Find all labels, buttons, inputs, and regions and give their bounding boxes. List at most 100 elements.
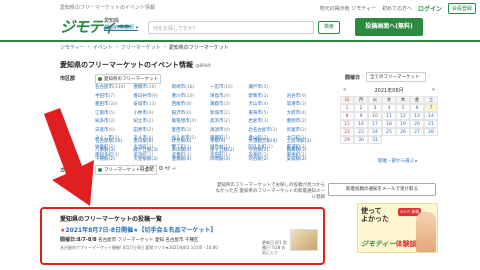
calendar-day[interactable]: 22 xyxy=(340,128,354,136)
category-option[interactable]: 出店 xyxy=(140,166,154,172)
city-item[interactable]: 春日井市(9) xyxy=(133,93,171,99)
calendar-day[interactable]: 14 xyxy=(424,112,438,120)
city-item[interactable]: 豊橋市(16) xyxy=(133,84,171,90)
city-item[interactable]: 知多市(3) xyxy=(95,118,133,124)
city-item[interactable]: 東海市(5) xyxy=(248,110,286,116)
calendar-day[interactable]: 29 xyxy=(340,136,354,144)
city-item[interactable]: 江南市(5) xyxy=(95,110,133,116)
calendar-day[interactable]: 5 xyxy=(396,104,410,112)
city-item[interactable]: 犬山市(4) xyxy=(248,101,286,107)
calendar-day[interactable]: 6 xyxy=(410,104,424,112)
calendar-day[interactable]: 17 xyxy=(368,120,382,128)
search-button[interactable]: 検索 xyxy=(318,21,340,34)
city-item[interactable]: 日進市(6) xyxy=(95,127,133,133)
area-change-link[interactable]: 都道府県選択 ▾ xyxy=(104,25,138,32)
city-item[interactable]: 新城市(2) xyxy=(210,110,248,116)
station-item[interactable]: 本山駅(4) xyxy=(172,147,210,153)
city-item[interactable]: 尾張旭市(4) xyxy=(172,118,210,124)
station-item[interactable]: 栄駅(9) xyxy=(210,138,248,144)
calendar-day[interactable]: 3 xyxy=(368,104,382,112)
next-month-button[interactable]: » xyxy=(432,87,435,94)
calendar-day[interactable]: 20 xyxy=(410,120,424,128)
calendar-day[interactable]: 1 xyxy=(340,104,354,112)
breadcrumb-item[interactable]: フリーマーケット xyxy=(121,44,161,51)
post-button[interactable]: 投稿画面へ(無料) xyxy=(355,18,423,36)
top-link-beginners[interactable]: 初めての方へ xyxy=(382,5,412,12)
city-item[interactable]: 半田市(7) xyxy=(95,93,133,99)
calendar-day[interactable]: 21 xyxy=(424,120,438,128)
city-item[interactable]: 一宮市(16) xyxy=(210,84,248,90)
station-item[interactable]: 安城駅(2) xyxy=(287,156,325,162)
calendar-day[interactable]: 13 xyxy=(410,112,424,120)
station-item[interactable]: 今池駅(2) xyxy=(248,147,286,153)
register-button[interactable]: 会員登録 xyxy=(447,3,476,14)
city-item[interactable]: 豊川市(10) xyxy=(172,93,210,99)
calendar-day[interactable]: 15 xyxy=(340,120,354,128)
ad-banner[interactable]: 使って よかった ｺﾝﾃﾝﾂ 体験 ジモティー体験談 xyxy=(357,203,438,253)
calendar-day[interactable]: 27 xyxy=(410,128,424,136)
city-item[interactable]: 名古屋市(334) xyxy=(95,84,133,90)
station-item[interactable]: 星ヶ丘駅(2) xyxy=(210,147,248,153)
city-item[interactable]: 岡崎市(18) xyxy=(172,84,210,90)
prev-month-button[interactable]: « xyxy=(343,87,346,94)
breadcrumb-item[interactable]: イベント xyxy=(93,44,113,51)
search-input[interactable]: 何をお探しですか？ xyxy=(148,21,314,34)
calendar-day[interactable]: 12 xyxy=(396,112,410,120)
calendar-day[interactable]: 26 xyxy=(396,128,410,136)
calendar-day[interactable]: 23 xyxy=(354,128,368,136)
city-item[interactable]: 刈谷市(9) xyxy=(287,93,325,99)
city-item[interactable]: 豊明市(2) xyxy=(287,118,325,124)
calendar-day[interactable]: 11 xyxy=(382,112,396,120)
city-all-option[interactable]: 愛知県のフリーマーケット xyxy=(95,74,161,84)
station-item[interactable]: 大曽根駅(3) xyxy=(133,156,171,162)
station-item[interactable]: 鶴舞駅(3) xyxy=(287,147,325,153)
calendar-day[interactable]: 9 xyxy=(354,112,368,120)
station-item[interactable]: 藤が丘駅(3) xyxy=(133,147,171,153)
station-item[interactable]: 豊橋駅(4) xyxy=(172,156,210,162)
category-option[interactable]: ｻﾎﾟｰﾄ xyxy=(159,166,176,172)
station-item[interactable]: 刈谷駅(2) xyxy=(248,156,286,162)
calendar-day[interactable]: 8 xyxy=(340,112,354,120)
city-item[interactable]: 北名古屋市(3) xyxy=(248,127,286,133)
city-item[interactable]: 津島市(4) xyxy=(210,93,248,99)
station-item[interactable]: 八事駅(3) xyxy=(95,147,133,153)
calendar-day[interactable]: 19 xyxy=(396,120,410,128)
city-item[interactable]: 豊田市(33) xyxy=(95,101,133,107)
station-item[interactable]: 金山駅(8) xyxy=(133,138,171,144)
city-item[interactable]: 愛西市(3) xyxy=(172,127,210,133)
city-item[interactable]: 瀬戸市(5) xyxy=(248,84,286,90)
city-item[interactable]: 弥富市(2) xyxy=(287,127,325,133)
city-item[interactable]: 田原市(2) xyxy=(133,127,171,133)
calendar-day[interactable]: 28 xyxy=(424,128,438,136)
city-item[interactable]: 知立市(2) xyxy=(133,118,171,124)
station-item[interactable]: 上前津駅(3) xyxy=(287,138,325,144)
calendar-day[interactable]: 10 xyxy=(368,112,382,120)
city-item[interactable]: 常滑市(3) xyxy=(287,101,325,107)
station-item[interactable]: 名古屋駅(20) xyxy=(95,138,133,144)
login-link[interactable]: ログイン xyxy=(418,4,442,13)
city-item[interactable]: 高浜市(2) xyxy=(210,118,248,124)
breadcrumb-item[interactable]: ジモティー xyxy=(60,44,85,51)
city-item[interactable]: 小牧市(9) xyxy=(133,110,171,116)
station-item[interactable]: 伏見駅(6) xyxy=(172,138,210,144)
calendar-day[interactable]: 2 xyxy=(354,104,368,112)
city-item[interactable]: 蒲郡市(3) xyxy=(210,101,248,107)
calendar-day[interactable]: 4 xyxy=(382,104,396,112)
city-item[interactable]: 稲沢市(6) xyxy=(172,110,210,116)
calendar-day[interactable]: 16 xyxy=(354,120,368,128)
city-item[interactable]: 西尾市(8) xyxy=(172,101,210,107)
city-item[interactable]: 清須市(4) xyxy=(210,127,248,133)
city-item[interactable]: 碧南市(2) xyxy=(248,93,286,99)
calendar-day[interactable]: 18 xyxy=(382,120,396,128)
city-item[interactable]: 岩倉市(3) xyxy=(248,118,286,124)
city-item[interactable]: 大府市(4) xyxy=(287,110,325,116)
calendar-day[interactable]: 31 xyxy=(368,136,382,144)
calendar-day[interactable]: 25 xyxy=(382,128,396,136)
calendar-day[interactable]: 7 xyxy=(424,104,438,112)
station-item[interactable]: 千種駅(2) xyxy=(95,156,133,162)
top-link-local[interactable]: 地元の掲示板 ジモティー xyxy=(320,5,376,12)
calendar-day[interactable]: 30 xyxy=(354,136,368,144)
station-item[interactable]: 大須観音駅(4) xyxy=(248,138,286,144)
calendar-more-link[interactable]: 開催・部から選ぶ ▸ xyxy=(378,158,418,164)
calendar-day[interactable]: 24 xyxy=(368,128,382,136)
